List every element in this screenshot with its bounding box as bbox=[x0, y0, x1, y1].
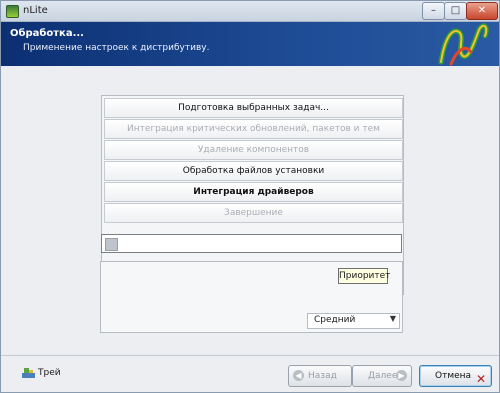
tray-icon[interactable] bbox=[22, 367, 35, 378]
step-remove-components: Удаление компонентов bbox=[104, 140, 403, 160]
title-bar[interactable]: nLite – □ ✕ bbox=[1, 1, 499, 22]
step-prepare: Подготовка выбранных задач... bbox=[104, 98, 403, 118]
chevron-down-icon[interactable]: ▼ bbox=[390, 314, 396, 323]
priority-tooltip: Приоритет bbox=[338, 268, 390, 284]
close-window-button[interactable]: ✕ bbox=[466, 2, 498, 20]
next-button[interactable]: Далее ▶ bbox=[352, 365, 412, 387]
main-panel: Подготовка выбранных задач... Интеграция… bbox=[1, 67, 499, 354]
nlite-window: nLite – □ ✕ Обработка... Применение наст… bbox=[0, 0, 500, 393]
step-integrate-drivers: Интеграция драйверов bbox=[104, 182, 403, 202]
step-finish: Завершение bbox=[104, 203, 403, 223]
window-title: nLite bbox=[23, 5, 48, 16]
back-arrow-icon: ◀ bbox=[293, 370, 304, 381]
progress-fill bbox=[105, 238, 118, 251]
cancel-button[interactable]: Отмена ✕ bbox=[419, 365, 492, 387]
progress-bar bbox=[101, 234, 402, 253]
page-title: Обработка... bbox=[10, 28, 84, 39]
nlite-logo-icon bbox=[438, 23, 489, 66]
page-subtitle: Применение настроек к дистрибутиву. bbox=[23, 43, 210, 53]
minimize-button[interactable]: – bbox=[422, 2, 445, 20]
footer-bar: Трей ◀ Назад Далее ▶ Отмена ✕ bbox=[1, 355, 499, 392]
next-label: Далее bbox=[368, 371, 398, 381]
next-arrow-icon: ▶ bbox=[396, 370, 407, 381]
priority-select[interactable]: Средний ▼ bbox=[307, 313, 400, 329]
back-label: Назад bbox=[308, 371, 337, 381]
back-button[interactable]: ◀ Назад bbox=[288, 365, 352, 387]
cancel-x-icon: ✕ bbox=[475, 372, 486, 386]
nlite-app-icon bbox=[6, 5, 19, 18]
tray-label[interactable]: Трей bbox=[38, 368, 61, 378]
step-process-setup-files: Обработка файлов установки bbox=[104, 161, 403, 181]
priority-value: Средний bbox=[314, 315, 356, 325]
step-integrate-updates: Интеграция критических обновлений, пакет… bbox=[104, 119, 403, 139]
header-banner: Обработка... Применение настроек к дистр… bbox=[1, 22, 499, 66]
maximize-button[interactable]: □ bbox=[444, 2, 467, 20]
cancel-label: Отмена bbox=[435, 371, 472, 381]
